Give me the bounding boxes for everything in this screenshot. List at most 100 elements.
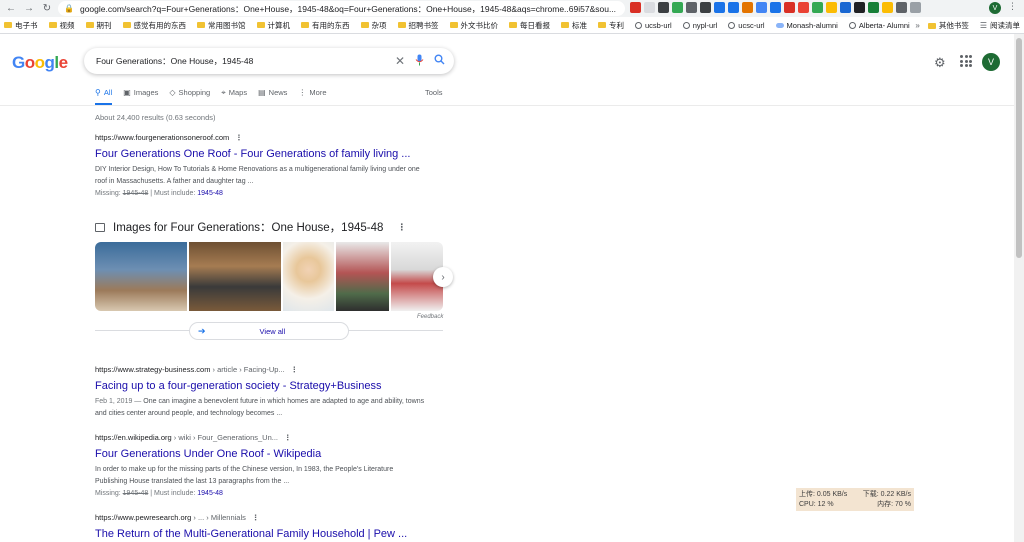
bookmark-item[interactable]: 专利 — [598, 20, 624, 31]
extension-icon[interactable] — [770, 2, 781, 13]
result-menu-icon[interactable]: ⋮ — [235, 133, 243, 142]
view-all-images-button[interactable]: ➔ View all — [189, 322, 349, 340]
extension-icon[interactable] — [630, 2, 641, 13]
tab-maps[interactable]: ⌖ Maps — [221, 85, 247, 105]
result-url[interactable]: https://en.wikipedia.org › wiki › Four_G… — [95, 433, 425, 442]
account-avatar[interactable]: V — [982, 53, 1000, 71]
address-bar[interactable]: 🔒 google.com/search?q=Four+Generations：O… — [58, 1, 625, 16]
image-thumbnail[interactable] — [189, 242, 281, 311]
image-thumbnail[interactable] — [283, 242, 334, 311]
bookmark-label: ucsb-url — [645, 20, 672, 30]
apps-grid-icon[interactable] — [960, 55, 972, 67]
google-logo[interactable]: Google — [12, 53, 68, 73]
bookmark-item[interactable]: ucsc-url — [728, 21, 765, 30]
bookmark-item[interactable]: ucsb-url — [635, 21, 672, 30]
bookmark-item[interactable]: 常用图书馆 — [197, 20, 246, 31]
extension-icon[interactable] — [868, 2, 879, 13]
tab-images-label: Images — [133, 88, 159, 97]
result-menu-icon[interactable]: ⋮ — [252, 513, 260, 522]
result-url[interactable]: https://www.strategy-business.com › arti… — [95, 365, 425, 374]
result-title-link[interactable]: The Return of the Multi-Generational Fam… — [95, 528, 425, 540]
extension-icon[interactable] — [798, 2, 809, 13]
tab-more[interactable]: ⋮ More — [298, 85, 326, 105]
result-breadcrumbs: › ... › Millennials — [191, 513, 246, 522]
extension-icon[interactable] — [658, 2, 669, 13]
extension-icon[interactable] — [826, 2, 837, 13]
bookmark-item[interactable]: 有用的东西 — [301, 20, 350, 31]
bookmark-item[interactable]: 电子书 — [4, 20, 38, 31]
other-bookmarks[interactable]: 其他书签 — [927, 20, 969, 31]
browser-profile-avatar[interactable]: V — [989, 2, 1001, 14]
result-url[interactable]: https://www.fourgenerationsoneroof.com ⋮ — [95, 133, 425, 142]
feedback-link[interactable]: Feedback — [417, 314, 443, 320]
back-arrow-icon[interactable]: ← — [4, 2, 18, 16]
images-menu-icon[interactable]: ⋮ — [397, 222, 406, 233]
extension-icon[interactable] — [784, 2, 795, 13]
browser-menu-icon[interactable]: ⋮ — [1008, 1, 1017, 12]
extension-icon[interactable] — [854, 2, 865, 13]
bookmark-item[interactable]: 招聘书签 — [397, 20, 439, 31]
carousel-next-button[interactable]: › — [433, 267, 453, 287]
gear-icon[interactable]: ⚙ — [934, 55, 946, 71]
folder-icon — [927, 22, 936, 29]
bookmark-label: Alberta- Alumni — [858, 20, 910, 30]
system-monitor-widget[interactable]: 上传: 0.05 KB/s 下载: 0.22 KB/s CPU: 12 % 内存… — [796, 488, 914, 511]
extension-icon[interactable] — [672, 2, 683, 13]
puzzle-icon[interactable] — [896, 2, 907, 13]
address-url[interactable]: google.com/search?q=Four+Generations：One… — [80, 3, 616, 15]
scrollbar-thumb[interactable] — [1016, 38, 1022, 258]
extension-icon[interactable] — [700, 2, 711, 13]
bookmark-item[interactable]: 期刊 — [85, 20, 112, 31]
result-menu-icon[interactable]: ⋮ — [284, 433, 292, 442]
tools-button[interactable]: Tools — [425, 88, 443, 97]
bookmark-item[interactable]: nypl-url — [682, 21, 717, 30]
bookmark-label: 电子书 — [15, 20, 38, 30]
search-result: https://en.wikipedia.org › wiki › Four_G… — [95, 433, 425, 499]
bookmarks-more-button[interactable]: » — [915, 21, 919, 30]
result-title-link[interactable]: Four Generations One Roof - Four Generat… — [95, 148, 425, 160]
bookmark-item[interactable]: 感觉有用的东西 — [122, 20, 186, 31]
extension-icon[interactable] — [756, 2, 767, 13]
bookmark-item[interactable]: Monash-alumni — [775, 21, 838, 30]
bookmark-item[interactable]: 标准 — [561, 20, 587, 31]
images-section-title[interactable]: Images for Four Generations：One House，19… — [113, 219, 383, 235]
result-url-text: https://www.pewresearch.org — [95, 513, 192, 522]
image-thumbnail[interactable] — [95, 242, 187, 311]
bookmark-item[interactable]: 计算机 — [256, 20, 290, 31]
tab-all[interactable]: ⚲ All — [95, 85, 113, 105]
extension-icon[interactable] — [714, 2, 725, 13]
tab-images[interactable]: ▣ Images — [123, 85, 158, 105]
extension-icon[interactable] — [882, 2, 893, 13]
bookmark-item[interactable]: 每日看报 — [509, 20, 550, 31]
extension-icon[interactable] — [812, 2, 823, 13]
globe-icon — [635, 21, 642, 29]
bookmark-item[interactable]: 杂项 — [360, 20, 387, 31]
page-scrollbar[interactable] — [1014, 34, 1024, 542]
clear-icon[interactable]: ✕ — [395, 54, 405, 68]
reading-list[interactable]: ☰ 阅读清单 — [980, 20, 1020, 31]
result-title-link[interactable]: Facing up to a four-generation society -… — [95, 380, 425, 392]
forward-arrow-icon[interactable]: → — [22, 2, 36, 16]
extension-icon[interactable] — [742, 2, 753, 13]
result-title-link[interactable]: Four Generations Under One Roof - Wikipe… — [95, 448, 425, 460]
result-url[interactable]: https://www.pewresearch.org › ... › Mill… — [95, 513, 425, 522]
tab-shopping[interactable]: ◇ Shopping — [169, 85, 210, 105]
bookmark-item[interactable]: 视频 — [48, 20, 75, 31]
tab-news[interactable]: ▤ News — [258, 85, 287, 105]
extension-icon[interactable] — [644, 2, 655, 13]
result-menu-icon[interactable]: ⋮ — [291, 365, 299, 374]
microphone-icon[interactable] — [415, 54, 424, 69]
must-include-link[interactable]: 1945-48 — [197, 490, 223, 497]
bookmark-item[interactable]: 外文书比价 — [449, 20, 498, 31]
bookmark-item[interactable]: Alberta- Alumni — [848, 20, 910, 30]
image-thumbnail[interactable] — [336, 242, 389, 311]
search-icon[interactable] — [434, 54, 445, 68]
extension-icon[interactable] — [728, 2, 739, 13]
must-include-link[interactable]: 1945-48 — [197, 190, 223, 197]
extension-icon[interactable] — [686, 2, 697, 13]
extension-icon[interactable] — [840, 2, 851, 13]
result-breadcrumbs: › article › Facing-Up... — [210, 365, 285, 374]
reload-icon[interactable]: ↻ — [40, 2, 54, 16]
search-input[interactable]: Four Generations：One House，1945-48 — [96, 55, 395, 67]
extension-icon[interactable] — [910, 2, 921, 13]
